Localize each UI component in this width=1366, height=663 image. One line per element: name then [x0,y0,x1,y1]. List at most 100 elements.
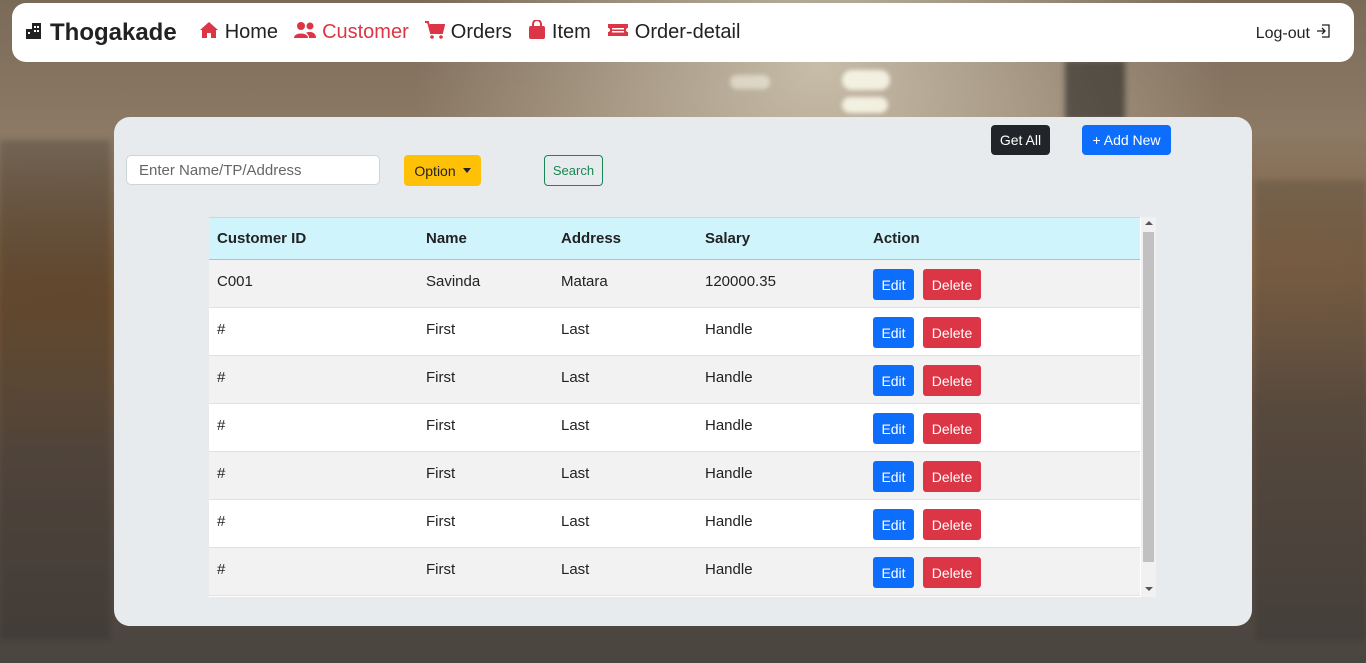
people-icon [294,21,322,45]
cell-address: Last [561,369,590,386]
background-light [842,70,890,90]
background-shadow [1255,180,1366,640]
cell-action: Edit Delete [865,452,1140,500]
delete-button[interactable]: Delete [923,509,981,540]
table-row: # First Last Handle Edit Delete [209,547,1140,596]
delete-button[interactable]: Delete [923,269,981,300]
nav-item-label: Order-detail [634,21,741,43]
cell-address: Last [561,321,590,338]
add-new-button[interactable]: + Add New [1082,125,1171,155]
cell-salary: Handle [705,513,753,530]
cell-salary: 120000.35 [705,273,776,290]
background-shadow [1065,60,1125,120]
delete-button[interactable]: Delete [923,557,981,588]
navbar: Thogakade Home Customer Orders Item Orde… [12,3,1354,62]
table-row: # First Last Handle Edit Delete [209,499,1140,548]
delete-button[interactable]: Delete [923,365,981,396]
nav-item-home[interactable]: Home [199,21,278,45]
cell-customer-id: C001 [217,273,253,290]
nav-item-label: Orders [450,21,512,43]
get-all-button[interactable]: Get All [991,125,1050,155]
cell-name: First [426,513,456,530]
cell-name: First [426,321,456,338]
main-nav: Home Customer Orders Item Order-detail [199,18,741,46]
option-dropdown[interactable]: Option [404,155,481,186]
column-header: Salary [705,230,751,247]
table-row: # First Last Handle Edit Delete [209,307,1140,356]
cell-customer-id: # [217,561,226,578]
background-shadow [0,140,110,640]
nav-item-customer[interactable]: Customer [294,21,409,45]
cart-icon [424,20,451,45]
edit-button[interactable]: Edit [873,509,914,540]
nav-item-orders[interactable]: Orders [424,20,512,45]
cell-customer-id: # [217,369,226,386]
edit-button[interactable]: Edit [873,461,914,492]
column-header: Address [561,230,622,247]
column-header: Action [873,230,920,247]
logout-icon [1310,24,1330,43]
ticket-icon [607,21,635,44]
cell-salary: Handle [705,321,753,338]
caret-down-icon [462,168,471,173]
cell-address: Last [561,561,590,578]
scroll-up-arrow-icon[interactable] [1145,221,1153,225]
scroll-down-arrow-icon[interactable] [1145,587,1153,591]
cell-customer-id: # [217,417,226,434]
nav-item-label: Customer [322,21,409,43]
cell-address: Last [561,465,590,482]
cell-salary: Handle [705,465,753,482]
cell-name: First [426,369,456,386]
nav-item-item[interactable]: Item [528,18,591,46]
brand[interactable]: Thogakade [24,19,177,47]
delete-button[interactable]: Delete [923,317,981,348]
customer-table: Customer ID Name Address Salary Action C… [209,217,1140,596]
delete-button[interactable]: Delete [923,461,981,492]
nav-item-order-detail[interactable]: Order-detail [607,21,741,44]
cell-address: Last [561,417,590,434]
logout-link[interactable]: Log-out [1256,24,1330,43]
column-header: Customer ID [217,230,307,247]
cell-customer-id: # [217,513,226,530]
cell-action: Edit Delete [865,356,1140,404]
cell-action: Edit Delete [865,500,1140,548]
edit-button[interactable]: Edit [873,413,914,444]
table-row: # First Last Handle Edit Delete [209,451,1140,500]
building-icon [24,20,44,45]
search-input[interactable] [126,155,380,185]
cell-action: Edit Delete [865,404,1140,452]
bag-icon [528,18,552,46]
cell-salary: Handle [705,417,753,434]
cell-name: First [426,465,456,482]
cell-action: Edit Delete [865,548,1140,596]
search-button[interactable]: Search [544,155,603,186]
background-light [842,97,888,113]
cell-name: Savinda [426,273,481,290]
table-row: # First Last Handle Edit Delete [209,355,1140,404]
customer-table-container: Customer ID Name Address Salary Action C… [209,217,1156,597]
edit-button[interactable]: Edit [873,317,914,348]
table-header-row: Customer ID Name Address Salary Action [209,217,1140,260]
customer-panel: Option Search Get All + Add New Customer… [114,117,1252,626]
edit-button[interactable]: Edit [873,269,914,300]
cell-action: Edit Delete [865,308,1140,356]
cell-action: Edit Delete [865,260,1140,308]
nav-item-label: Home [224,21,279,43]
background-light [730,75,770,89]
scroll-thumb[interactable] [1143,232,1154,562]
cell-customer-id: # [217,321,226,338]
delete-button[interactable]: Delete [923,413,981,444]
brand-name: Thogakade [50,18,177,46]
table-row: # First Last Handle Edit Delete [209,403,1140,452]
cell-name: First [426,417,456,434]
cell-customer-id: # [217,465,226,482]
edit-button[interactable]: Edit [873,557,914,588]
nav-item-label: Item [551,21,591,43]
edit-button[interactable]: Edit [873,365,914,396]
logout-label: Log-out [1255,24,1310,42]
table-scrollbar[interactable] [1141,217,1156,597]
cell-name: First [426,561,456,578]
cell-address: Last [561,513,590,530]
table-row: C001 Savinda Matara 120000.35 Edit Delete [209,259,1140,308]
cell-salary: Handle [705,561,753,578]
